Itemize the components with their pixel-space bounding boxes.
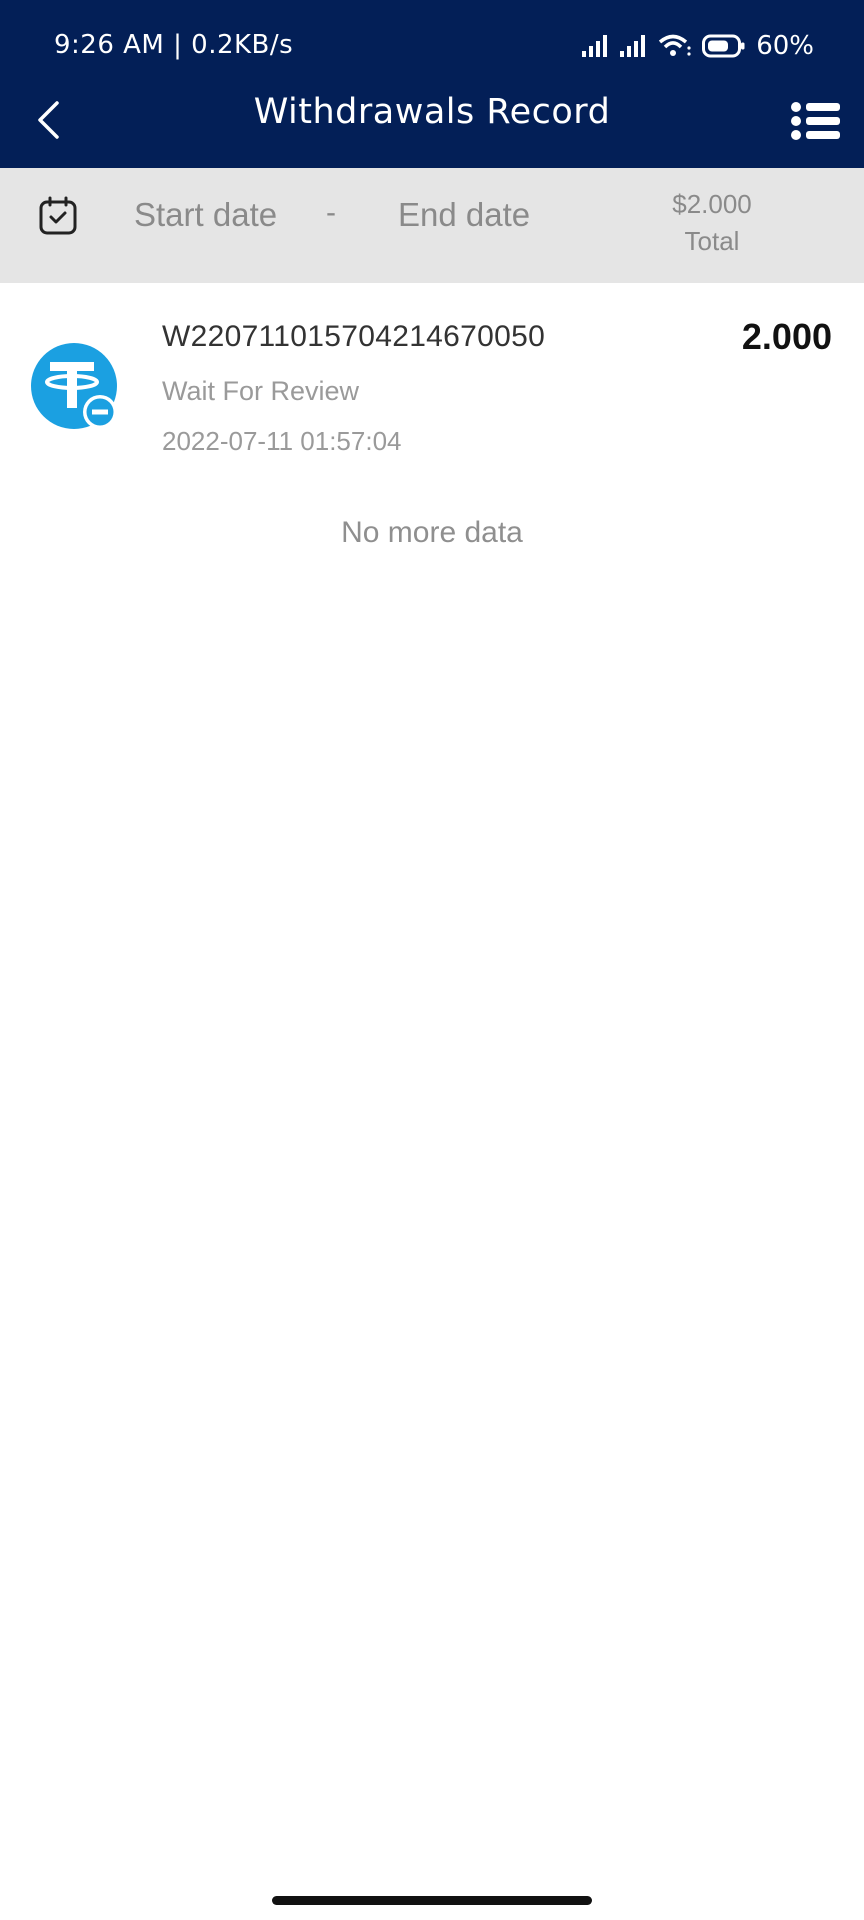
home-indicator[interactable] xyxy=(272,1896,592,1905)
status-icons: 60% xyxy=(582,28,814,64)
withdrawal-amount: 2.000 xyxy=(741,316,832,357)
wifi-icon xyxy=(659,34,691,56)
order-id: W220711015704214670050 xyxy=(162,320,546,353)
total-label: Total xyxy=(684,226,740,256)
calendar-icon xyxy=(39,196,77,235)
total-summary: $2.000 Total xyxy=(652,186,772,260)
app-header: 9:26 AM | 0.2KB/s 60% Withdrawals Record xyxy=(0,0,864,168)
total-amount: $2.000 xyxy=(672,189,752,219)
date-separator: - xyxy=(326,196,336,229)
date-filter-bar: Start date - End date $2.000 Total xyxy=(0,168,864,283)
status-time: 9:26 AM | 0.2KB/s xyxy=(54,30,294,60)
record-status: Wait For Review xyxy=(162,376,360,406)
list-menu-icon xyxy=(791,102,840,140)
record-timestamp: 2022-07-11 01:57:04 xyxy=(162,426,402,456)
end-date-field[interactable]: End date xyxy=(398,196,530,234)
signal-icon xyxy=(620,35,646,57)
start-date-field[interactable]: Start date xyxy=(134,196,277,234)
list-end-message: No more data xyxy=(341,516,523,549)
battery-icon xyxy=(702,34,745,58)
calendar-button[interactable] xyxy=(38,196,78,236)
withdrawal-record-item[interactable]: W220711015704214670050 2.000 Wait For Re… xyxy=(0,300,864,470)
menu-button[interactable] xyxy=(790,100,842,142)
signal-icon xyxy=(582,35,608,57)
battery-percent: 60% xyxy=(756,31,814,61)
tether-coin-icon xyxy=(31,343,117,429)
page-title: Withdrawals Record xyxy=(253,92,611,132)
